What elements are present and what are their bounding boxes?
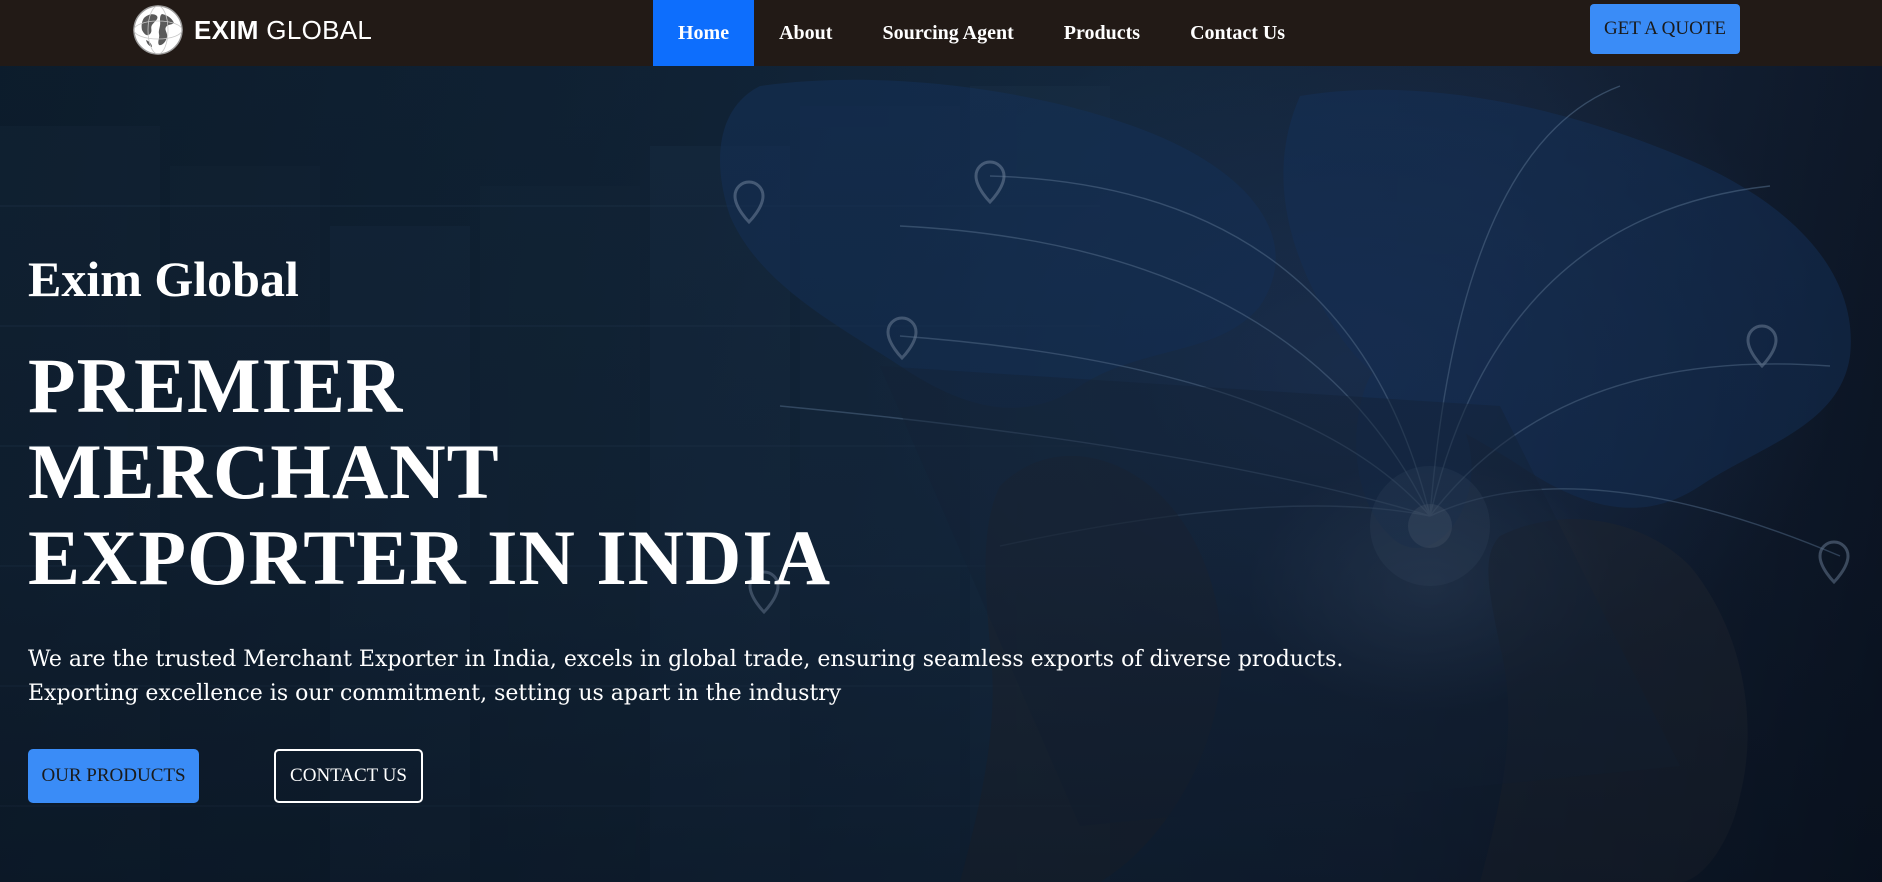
nav-sourcing-agent[interactable]: Sourcing Agent bbox=[857, 0, 1038, 66]
hero-content: Exim Global PREMIER MERCHANT EXPORTER IN… bbox=[28, 252, 1428, 803]
hero-description-line-2: Exporting excellence is our commitment, … bbox=[28, 681, 842, 706]
site-logo[interactable]: EXIM GLOBAL bbox=[132, 2, 372, 58]
nav-home[interactable]: Home bbox=[653, 0, 755, 66]
top-navbar: EXIM GLOBAL Home About Sourcing Agent Pr… bbox=[0, 0, 1882, 66]
hero-description-line-1: We are the trusted Merchant Exporter in … bbox=[28, 647, 1344, 672]
get-a-quote-button[interactable]: GET A QUOTE bbox=[1590, 4, 1740, 54]
logo-text-bold: EXIM bbox=[194, 14, 259, 45]
logo-text: EXIM GLOBAL bbox=[194, 15, 372, 46]
hero-section: Exim Global PREMIER MERCHANT EXPORTER IN… bbox=[0, 66, 1882, 882]
hero-description: We are the trusted Merchant Exporter in … bbox=[28, 643, 1388, 711]
globe-icon bbox=[133, 5, 183, 55]
our-products-button[interactable]: OUR PRODUCTS bbox=[28, 749, 199, 803]
nav-about[interactable]: About bbox=[754, 0, 857, 66]
hero-title-line-2: MERCHANT bbox=[28, 428, 500, 515]
logo-text-light: GLOBAL bbox=[266, 14, 373, 45]
hero-title-line-3: EXPORTER IN INDIA bbox=[28, 514, 832, 601]
hero-title-line-1: PREMIER bbox=[28, 342, 404, 429]
nav-contact-us[interactable]: Contact Us bbox=[1165, 0, 1310, 66]
hero-brand-name: Exim Global bbox=[28, 251, 299, 307]
hero-buttons: OUR PRODUCTS CONTACT US bbox=[28, 749, 1428, 803]
contact-us-button[interactable]: CONTACT US bbox=[274, 749, 423, 803]
hero-title: PREMIER MERCHANT EXPORTER IN INDIA bbox=[28, 343, 1428, 601]
main-nav: Home About Sourcing Agent Products Conta… bbox=[653, 0, 1310, 66]
nav-products[interactable]: Products bbox=[1039, 0, 1165, 66]
